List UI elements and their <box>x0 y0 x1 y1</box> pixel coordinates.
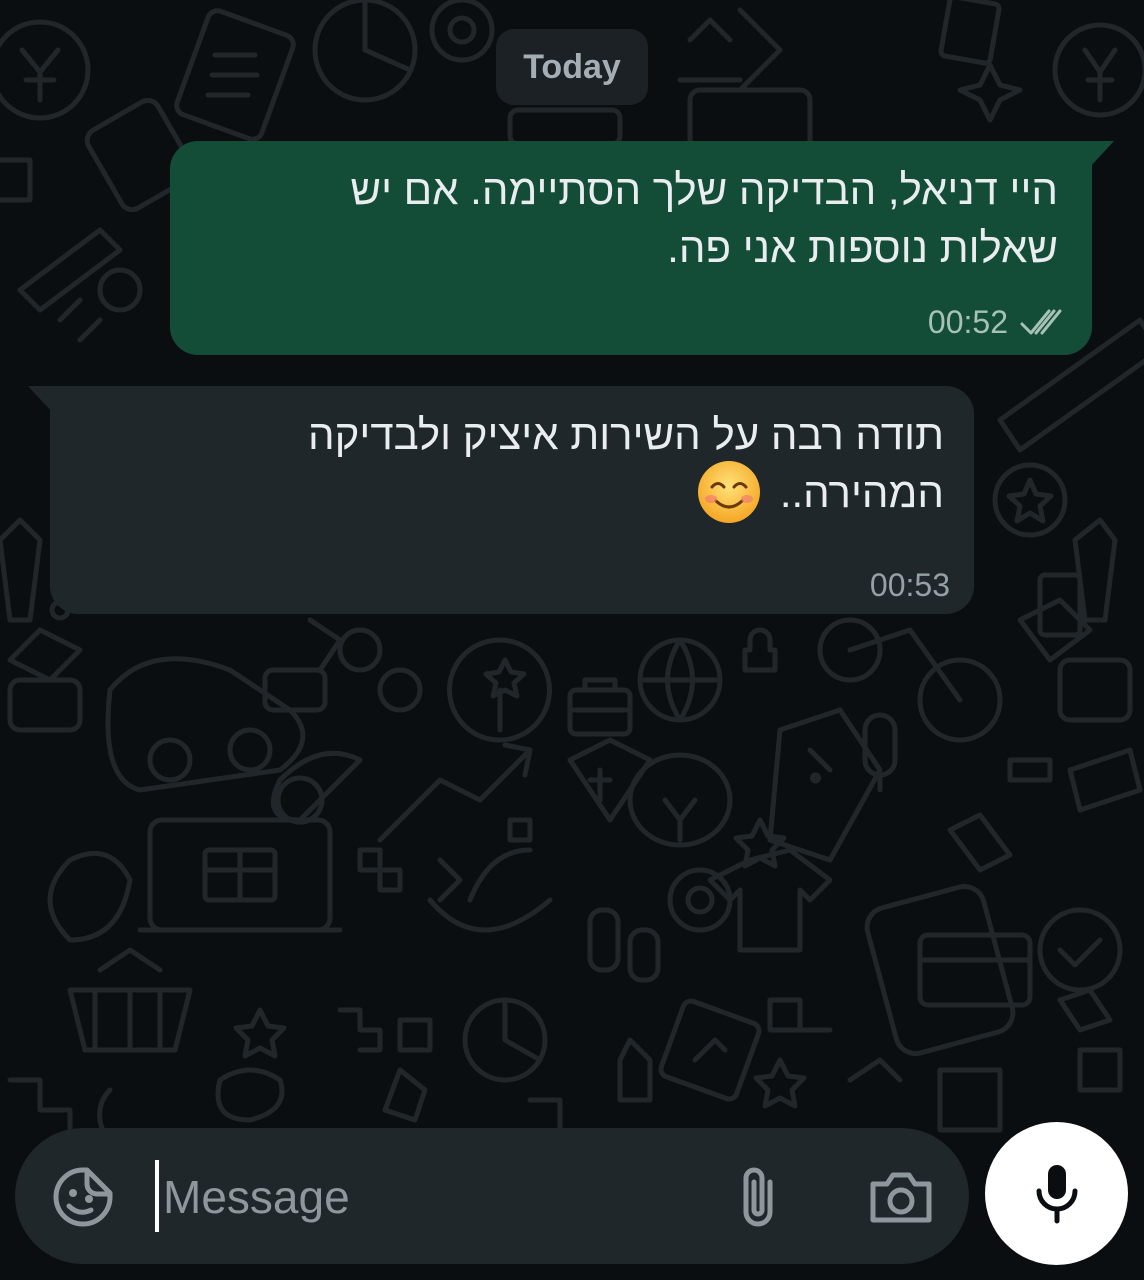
microphone-button[interactable] <box>985 1122 1128 1265</box>
message-text: תודה רבה על השירות איציק ולבדיקה המהירה.… <box>84 406 944 525</box>
bubble-tail <box>1090 141 1114 167</box>
microphone-icon <box>1036 1164 1077 1223</box>
message-text: היי דניאל, הבדיקה שלך הסתיימה. אם יש שאל… <box>218 161 1058 277</box>
camera-icon[interactable] <box>867 1166 935 1228</box>
text-caret <box>155 1160 159 1232</box>
date-separator: Today <box>496 29 648 105</box>
message-meta: 00:53 <box>870 567 950 604</box>
message-line: שאלות נוספות אני פה. <box>667 224 1058 271</box>
message-line: היי דניאל, הבדיקה שלך הסתיימה. אם יש <box>350 166 1058 213</box>
message-line: המהירה.. <box>779 469 944 516</box>
message-input[interactable] <box>161 1156 685 1238</box>
message-time: 00:53 <box>869 567 950 603</box>
sticker-icon[interactable] <box>52 1166 114 1228</box>
paperclip-icon[interactable] <box>730 1164 786 1230</box>
message-line-with-emoji: המהירה.. <box>84 460 944 525</box>
read-double-check-icon <box>1020 309 1062 334</box>
message-meta: 00:52 <box>928 304 1068 341</box>
message-line: תודה רבה על השירות איציק ולבדיקה <box>308 411 944 458</box>
message-composer <box>15 1128 969 1264</box>
outgoing-message-bubble[interactable]: היי דניאל, הבדיקה שלך הסתיימה. אם יש שאל… <box>170 141 1114 355</box>
bubble-tail <box>28 386 52 412</box>
message-time: 00:52 <box>927 304 1008 340</box>
smiling-face-emoji-icon <box>698 460 761 523</box>
incoming-message-bubble[interactable]: תודה רבה על השירות איציק ולבדיקה המהירה.… <box>28 386 974 614</box>
